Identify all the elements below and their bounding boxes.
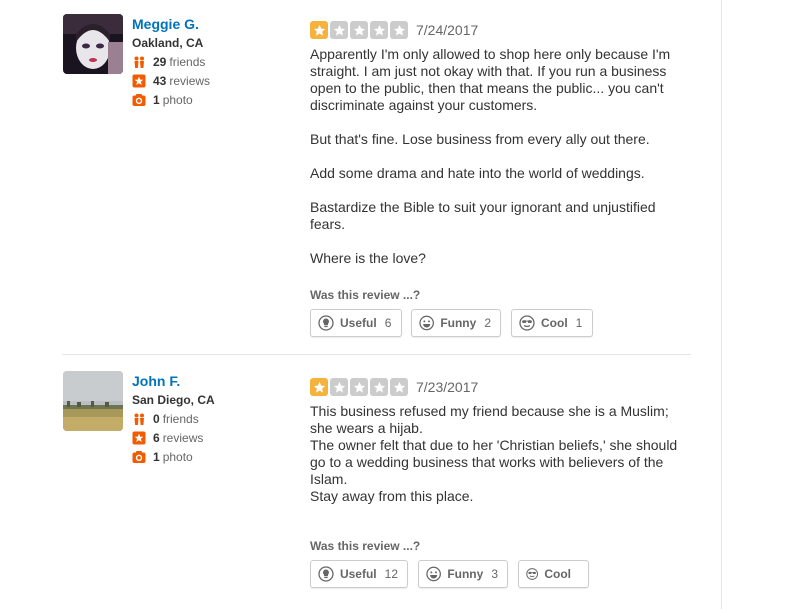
review-divider [62, 354, 691, 355]
useful-count: 6 [384, 316, 392, 330]
camera-icon [132, 450, 146, 464]
star-icon-empty [350, 21, 368, 39]
photos-label: photo [162, 93, 193, 107]
star-icon-filled [310, 21, 328, 39]
useful-label: Useful [339, 567, 377, 581]
star-icon-filled [310, 378, 328, 396]
user-name[interactable]: John F. [132, 372, 215, 390]
review-date: 7/24/2017 [416, 22, 479, 38]
sunglasses-icon [526, 568, 539, 580]
funny-label: Funny [440, 316, 477, 330]
star-badge-icon [132, 431, 146, 445]
cool-label: Cool [544, 567, 571, 581]
friends-count: 29 [153, 55, 167, 69]
useful-label: Useful [340, 316, 377, 330]
friends-icon [132, 55, 146, 69]
useful-button[interactable]: Useful 6 [310, 309, 402, 337]
user-avatar[interactable] [63, 14, 123, 74]
star-rating: 7/23/2017 [310, 378, 690, 396]
friends-stat: 0 friends [132, 411, 215, 427]
cool-button[interactable]: Cool 1 [511, 309, 593, 337]
review-content: 7/24/2017 Apparently I'm only allowed to… [310, 21, 690, 284]
photos-stat: 1 photo [132, 92, 210, 108]
star-rating: 7/24/2017 [310, 21, 690, 39]
star-icon-empty [330, 378, 348, 396]
photos-stat: 1 photo [132, 449, 215, 465]
star-icon-empty [350, 378, 368, 396]
reviews-stat: 43 reviews [132, 73, 210, 89]
review-text: This business refused my friend because … [310, 403, 690, 505]
cool-button[interactable]: Cool [518, 560, 589, 588]
review-line: The owner felt that due to her 'Christia… [310, 437, 678, 487]
camera-icon [132, 93, 146, 107]
was-this-review-label: Was this review ...? [310, 288, 421, 302]
user-avatar[interactable] [63, 371, 123, 431]
funny-count: 3 [491, 567, 498, 581]
user-location: Oakland, CA [132, 36, 204, 50]
smile-icon [419, 315, 434, 331]
funny-button[interactable]: Funny 2 [411, 309, 501, 337]
friends-label: friends [162, 412, 199, 426]
star-icon-empty [390, 21, 408, 39]
friends-icon [132, 412, 146, 426]
user-info: Meggie G. Oakland, CA 29 friends 43 revi… [132, 15, 210, 108]
user-location: San Diego, CA [132, 393, 215, 407]
was-this-review-label: Was this review ...? [310, 539, 421, 553]
review-paragraph: Add some drama and hate into the world o… [310, 165, 645, 181]
cool-label: Cool [541, 316, 568, 330]
friends-label: friends [169, 55, 206, 69]
review-paragraph: Bastardize the Bible to suit your ignora… [310, 199, 656, 232]
column-divider [721, 0, 722, 609]
smile-icon [426, 566, 441, 582]
star-icon-empty [370, 21, 388, 39]
user-info: John F. San Diego, CA 0 friends 6 review… [132, 372, 215, 465]
photos-label: photo [162, 450, 193, 464]
funny-count: 2 [484, 316, 491, 330]
reviews-label: reviews [169, 74, 211, 88]
user-name[interactable]: Meggie G. [132, 15, 210, 33]
star-badge-icon [132, 74, 146, 88]
lightbulb-icon [318, 566, 334, 582]
photos-count: 1 [153, 93, 160, 107]
funny-button[interactable]: Funny 3 [418, 560, 508, 588]
reviews-label: reviews [162, 431, 204, 445]
review-paragraph: But that's fine. Lose business from ever… [310, 131, 650, 147]
cool-count: 1 [575, 316, 583, 330]
review-content: 7/23/2017 This business refused my frien… [310, 378, 690, 505]
star-icon-empty [370, 378, 388, 396]
lightbulb-icon [318, 315, 334, 331]
friends-stat: 29 friends [132, 54, 210, 70]
useful-button[interactable]: Useful 12 [310, 560, 408, 588]
reviews-stat: 6 reviews [132, 430, 215, 446]
reviews-count: 6 [153, 431, 160, 445]
review-paragraph: Where is the love? [310, 250, 426, 266]
reviews-count: 43 [153, 74, 167, 88]
review-date: 7/23/2017 [416, 379, 479, 395]
star-icon-empty [390, 378, 408, 396]
friends-count: 0 [153, 412, 160, 426]
useful-count: 12 [384, 567, 398, 581]
review-paragraph: Apparently I'm only allowed to shop here… [310, 46, 671, 113]
sunglasses-icon [519, 315, 535, 331]
review-line: Stay away from this place. [310, 488, 474, 504]
funny-label: Funny [447, 567, 484, 581]
star-icon-empty [330, 21, 348, 39]
review-text: Apparently I'm only allowed to shop here… [310, 46, 690, 267]
review-line: This business refused my friend because … [310, 403, 669, 436]
photos-count: 1 [153, 450, 160, 464]
